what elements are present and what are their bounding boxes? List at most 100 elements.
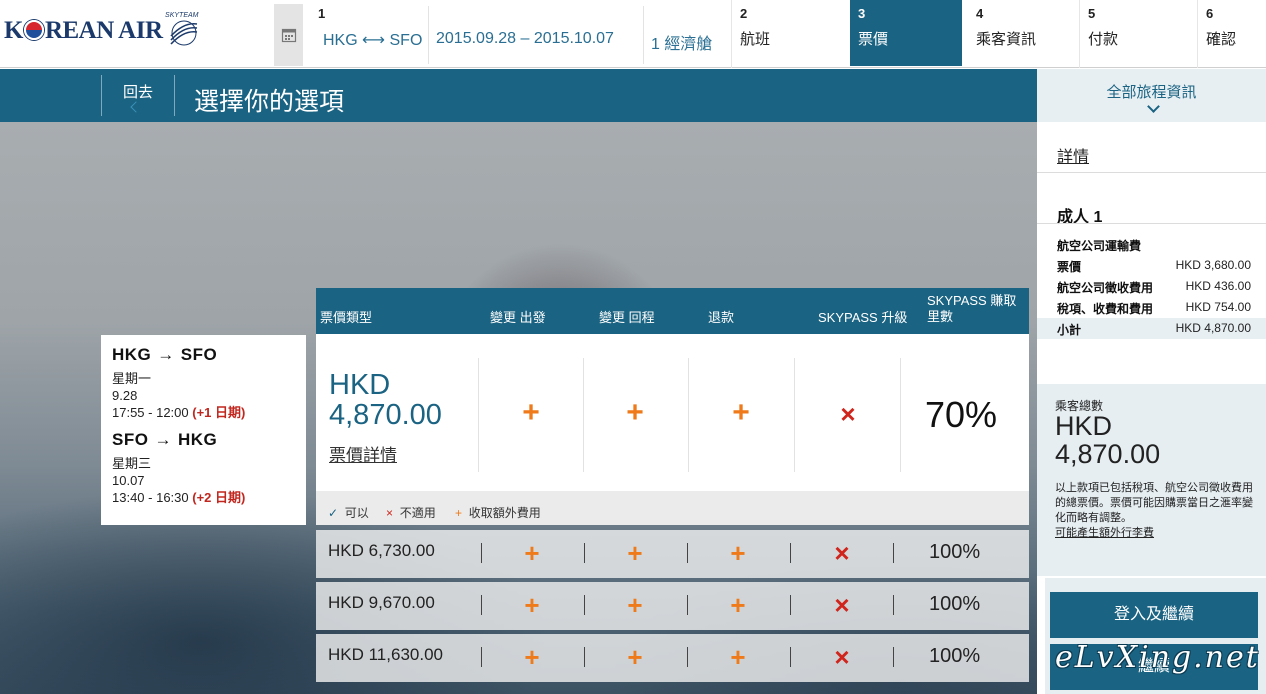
login-and-continue-button[interactable]: 登入及繼續 bbox=[1050, 592, 1258, 638]
plus-icon: + bbox=[730, 642, 746, 672]
fare-details-link[interactable]: 票價詳情 bbox=[329, 441, 397, 466]
divider bbox=[790, 543, 791, 563]
divider bbox=[893, 543, 894, 563]
return-day: 星期三 bbox=[112, 456, 152, 471]
divider bbox=[583, 358, 584, 472]
all-itinerary-info-label: 全部旅程資訊 bbox=[1106, 84, 1197, 101]
chevron-left-icon bbox=[130, 101, 142, 113]
divider bbox=[1037, 172, 1266, 173]
selected-fare-row[interactable]: HKD 4,870.00 票價詳情 + + + × 70% bbox=[316, 334, 1029, 491]
outbound-route: HKG → SFO bbox=[112, 345, 218, 364]
outbound-time: 17:55 - 12:00 (+1 日期) bbox=[112, 405, 246, 420]
step-number: 2 bbox=[740, 6, 748, 21]
calendar-button[interactable] bbox=[274, 4, 303, 66]
step-number: 3 bbox=[858, 6, 866, 21]
selected-fare-price: HKD 4,870.00 bbox=[329, 369, 442, 431]
fare-price: HKD 11,630.00 bbox=[328, 645, 443, 664]
back-button[interactable]: 回去 bbox=[101, 75, 175, 116]
header-skypass-earn: SKYPASS 賺取 里數 bbox=[927, 293, 1017, 324]
legend-available: ✓ 可以 bbox=[328, 506, 369, 520]
taxes-line: 稅項、收費和費用 HKD 754.00 bbox=[1057, 300, 1251, 316]
divider bbox=[900, 358, 901, 472]
step-number: 6 bbox=[1206, 6, 1214, 21]
fare-option-row[interactable]: HKD 11,630.00 + + + × 100% bbox=[316, 634, 1029, 682]
divider bbox=[481, 647, 482, 667]
divider bbox=[687, 543, 688, 563]
arrow-right-icon: → bbox=[154, 430, 172, 449]
outbound-date: 9.28 bbox=[112, 388, 138, 403]
step-label: 票價 bbox=[858, 31, 889, 48]
cross-icon: × bbox=[834, 642, 850, 672]
plus-icon: + bbox=[627, 642, 643, 672]
top-navigation-bar: K REAN AIR SKYTEAM 1 HKG ⟷ SFO 2015.09.28… bbox=[0, 0, 1266, 68]
fare-table-header: 票價類型 變更 出發 變更 回程 退款 SKYPASS 升級 SKYPASS 賺… bbox=[316, 288, 1029, 334]
step-label: 乘客資訊 bbox=[976, 31, 1037, 48]
fare-option-row[interactable]: HKD 9,670.00 + + + × 100% bbox=[316, 582, 1029, 630]
all-itinerary-info-toggle[interactable]: 全部旅程資訊 bbox=[1037, 69, 1266, 122]
skypass-earn-rate: 70% bbox=[925, 394, 998, 435]
watermark: eLvXing.net bbox=[1055, 640, 1260, 675]
calendar-icon bbox=[281, 28, 296, 43]
plus-icon: + bbox=[524, 590, 540, 620]
page-title-bar: 回去 選擇你的選項 bbox=[0, 69, 1037, 122]
check-icon: ✓ bbox=[328, 506, 339, 520]
header-skypass-upgrade: SKYPASS 升級 bbox=[818, 310, 908, 325]
cross-icon: × bbox=[840, 399, 856, 429]
cross-icon: × bbox=[834, 590, 850, 620]
legend-not-applicable: × 不適用 bbox=[386, 506, 436, 520]
divider bbox=[790, 595, 791, 615]
step-flights[interactable]: 2 航班 bbox=[732, 0, 848, 68]
step-label: 確認 bbox=[1206, 31, 1237, 48]
plus-icon: + bbox=[730, 538, 746, 568]
divider bbox=[584, 543, 585, 563]
outbound-day: 星期一 bbox=[112, 371, 152, 386]
step-label: 航班 bbox=[740, 31, 771, 48]
skypass-earn-rate: 100% bbox=[929, 593, 981, 615]
step-label: 付款 bbox=[1088, 31, 1119, 48]
fare-legend: ✓ 可以 × 不適用 + 收取額外費用 bbox=[316, 491, 1029, 525]
step-confirm[interactable]: 6 確認 bbox=[1198, 0, 1266, 68]
step-passenger-info[interactable]: 4 乘客資訊 bbox=[968, 0, 1080, 68]
page-title: 選擇你的選項 bbox=[194, 88, 345, 116]
return-route: SFO → HKG bbox=[112, 430, 218, 449]
divider bbox=[481, 543, 482, 563]
baggage-fee-link[interactable]: 可能產生額外行李費 bbox=[1055, 527, 1154, 539]
divider bbox=[1037, 223, 1266, 224]
divider bbox=[584, 595, 585, 615]
step-number: 1 bbox=[318, 6, 326, 21]
divider bbox=[790, 647, 791, 667]
action-panel: 登入及繼續 繼續 bbox=[1045, 578, 1266, 694]
step-search[interactable]: 1 HKG ⟷ SFO 2015.09.28 – 2015.10.07 1 經濟… bbox=[310, 0, 730, 68]
header-change-return: 變更 回程 bbox=[599, 310, 655, 325]
divider bbox=[687, 595, 688, 615]
passenger-summary[interactable]: 1 經濟艙 bbox=[651, 30, 712, 54]
step-fares-active[interactable]: 3 票價 bbox=[850, 0, 962, 66]
dates-summary[interactable]: 2015.09.28 – 2015.10.07 bbox=[436, 30, 614, 48]
header-fare-type: 票價類型 bbox=[320, 310, 373, 325]
price-summary-sidebar: 全部旅程資訊 詳情 成人 1 航空公司運輸費 票價 HKD 3,680.00 航空… bbox=[1037, 69, 1266, 694]
return-time: 13:40 - 16:30 (+2 日期) bbox=[112, 490, 246, 505]
arrow-right-icon: → bbox=[157, 345, 175, 364]
legend-extra-fee: + 收取額外費用 bbox=[455, 506, 541, 520]
divider bbox=[478, 358, 479, 472]
skyteam-icon: SKYTEAM bbox=[165, 12, 201, 48]
plus-icon: + bbox=[730, 590, 746, 620]
step-payment[interactable]: 5 付款 bbox=[1080, 0, 1192, 68]
return-date: 10.07 bbox=[112, 473, 145, 488]
step-number: 4 bbox=[976, 6, 984, 21]
details-link[interactable]: 詳情 bbox=[1057, 143, 1089, 167]
airfare-heading: 航空公司運輸費 bbox=[1057, 239, 1142, 253]
carrier-fee-line: 航空公司徵收費用 HKD 436.00 bbox=[1057, 279, 1251, 295]
plus-icon: + bbox=[627, 590, 643, 620]
plus-icon: + bbox=[524, 642, 540, 672]
taegeuk-icon bbox=[23, 20, 44, 40]
skypass-earn-rate: 100% bbox=[929, 645, 981, 667]
korean-air-logo[interactable]: K REAN AIR SKYTEAM bbox=[4, 12, 201, 48]
cross-icon: × bbox=[386, 506, 394, 520]
route-summary[interactable]: HKG ⟷ SFO bbox=[323, 30, 422, 50]
divider bbox=[428, 6, 429, 64]
day-offset: (+2 日期) bbox=[192, 490, 246, 505]
divider bbox=[893, 647, 894, 667]
fare-option-row[interactable]: HKD 6,730.00 + + + × 100% bbox=[316, 530, 1029, 578]
plus-icon: + bbox=[627, 538, 643, 568]
